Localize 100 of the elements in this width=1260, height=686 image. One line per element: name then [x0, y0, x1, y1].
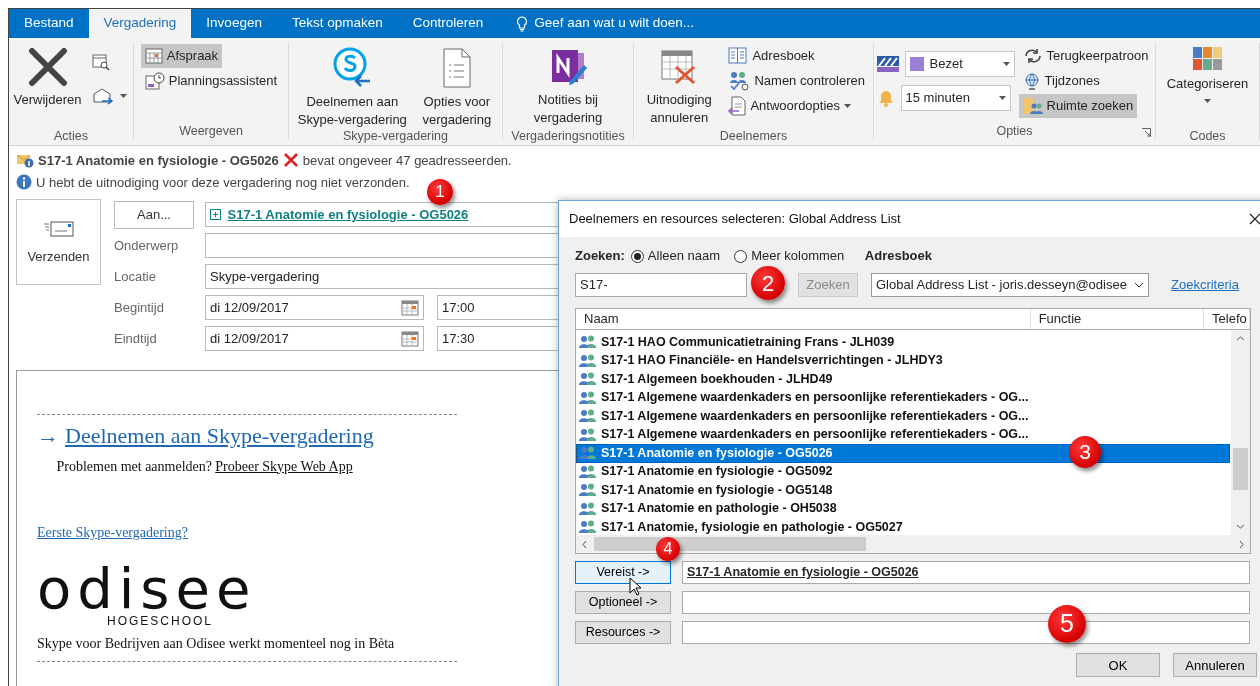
list-row[interactable]: S17-1 HAO Communicatietraining Frans - JLH039 — [576, 333, 895, 352]
group-label: Vergaderingsnotities — [511, 128, 625, 145]
expand-icon — [210, 209, 221, 221]
send-button[interactable]: Verzenden — [16, 199, 101, 286]
web-app-link[interactable]: Probeer Skype Web App — [215, 455, 353, 477]
cancel-button[interactable]: Annuleren — [1173, 653, 1257, 678]
envelope-info-icon — [16, 152, 34, 169]
caret-icon — [120, 94, 128, 98]
recipient-field[interactable]: S17-1 Anatomie en fysiologie - OG5026 — [682, 560, 1250, 584]
group-label: Deelnemers — [719, 128, 788, 145]
room-people-icon — [1022, 97, 1043, 115]
ribbon-button[interactable]: Deelnemen aan Skype-vergadering — [293, 43, 412, 127]
chevron-down-icon — [1134, 282, 1144, 288]
dropdown-field[interactable]: Bezet — [904, 50, 1015, 77]
list-row[interactable]: S17-1 Algemene waardenkaders en persoonlijke referentiekaders - OG... — [576, 407, 1029, 426]
notice-text: U hebt de uitnodiging voor deze vergadering nog niet verzonden. — [36, 173, 410, 192]
ribbon-button[interactable]: Notities bij vergadering — [507, 43, 629, 127]
column-header[interactable]: Telefo — [1204, 309, 1250, 329]
scrollbar-thumb[interactable] — [1233, 448, 1248, 490]
field-label: Locatie — [114, 268, 157, 286]
caret-icon — [1002, 61, 1010, 66]
ribbon-tab[interactable]: Bestand — [9, 9, 89, 38]
recurrence-icon — [1022, 47, 1043, 65]
list-row[interactable]: S17-1 Anatomie en pathologie - OH5038 — [576, 499, 837, 518]
calendar-icon — [401, 299, 419, 316]
ribbon-button[interactable]: Categoriseren — [1163, 43, 1252, 127]
people-check-icon — [728, 71, 751, 91]
date-field[interactable]: di 12/09/2017 — [205, 326, 424, 352]
add-recipient-button[interactable]: Optioneel -> — [575, 590, 671, 614]
ribbon-tab[interactable]: Tekst opmaken — [276, 9, 398, 38]
group-icon — [579, 446, 597, 461]
field-label: Eindtijd — [114, 330, 158, 348]
recipient-link[interactable]: S17-1 Anatomie en fysiologie - OG5026 — [227, 205, 469, 225]
list-row[interactable]: S17-1 Anatomie en fysiologie - OG5026 — [576, 444, 833, 463]
list-row[interactable]: S17-1 HAO Financiële- en Handelsverrichtingen - JLHDY3 — [576, 351, 943, 370]
radio-option[interactable]: Meer kolommen — [734, 246, 845, 266]
ribbon-button[interactable]: Planningsassistent — [140, 69, 282, 93]
group-label: Codes — [1189, 128, 1226, 145]
ribbon-button[interactable]: Afspraak — [140, 44, 223, 68]
addressbook-dropdown[interactable]: Global Address List - joris.desseyn@odisee — [871, 273, 1149, 297]
group-icon — [579, 335, 597, 350]
ribbon-button[interactable]: Verwijderen — [10, 43, 85, 127]
ribbon-button[interactable]: Uitnodiging annuleren — [638, 43, 721, 127]
skype-join-icon — [332, 47, 373, 89]
ribbon-tab[interactable]: Controleren — [397, 9, 499, 38]
ok-button[interactable]: OK — [1076, 653, 1160, 678]
ribbon-button[interactable]: Ruimte zoeken — [1018, 94, 1138, 118]
warning-text: bevat ongeveer 47 geadresseerden. — [302, 151, 512, 170]
arrow-glyph: → — [37, 422, 59, 451]
ribbon-button[interactable]: Adresboek — [724, 44, 819, 68]
date-field[interactable]: di 12/09/2017 — [205, 295, 424, 321]
group-icon — [579, 353, 597, 368]
join-link[interactable]: Deelnemen aan Skype-vergadering — [65, 419, 374, 453]
tell-me-search[interactable]: Geef aan wat u wilt doen... — [498, 9, 695, 38]
first-meeting-link[interactable]: Eerste Skype-vergadering? — [37, 525, 188, 540]
list-row[interactable]: S17-1 Anatomie en fysiologie - OG5148 — [576, 481, 833, 500]
recipient-field[interactable] — [682, 590, 1250, 614]
horizontal-scrollbar[interactable] — [576, 535, 1250, 553]
ribbon-button[interactable]: Tijdzones — [1018, 69, 1104, 93]
address-book-icon — [728, 47, 749, 65]
caret-icon — [844, 104, 852, 108]
group-label: Opties — [996, 123, 1033, 140]
ribbon-button[interactable]: Opties voor vergadering — [415, 43, 498, 127]
radio-option[interactable]: Alleen naam — [630, 246, 721, 266]
dialog-launcher-icon[interactable] — [1142, 128, 1151, 137]
ribbon-button[interactable]: Terugkeerpatroon — [1018, 44, 1153, 68]
send-envelope-icon — [42, 218, 75, 239]
list-row[interactable]: S17-1 Algemeen boekhouden - JLHD49 — [576, 370, 833, 389]
list-row[interactable]: S17-1 Anatomie en fysiologie - OG5092 — [576, 462, 833, 481]
logo-subtitle: HOGESCHOOL — [107, 612, 213, 630]
ribbon-button[interactable]: Antwoordopties — [724, 94, 856, 118]
search-field[interactable]: S17- — [575, 273, 747, 297]
add-recipient-button[interactable]: Vereist -> — [575, 560, 671, 584]
search-label: Zoeken: — [575, 247, 625, 266]
group-icon — [579, 409, 597, 424]
logo-wordmark: odisee — [37, 567, 257, 612]
group-icon — [579, 427, 597, 442]
list-row[interactable]: S17-1 Algemene waardenkaders en persoonlijke referentiekaders - OG... — [576, 388, 1029, 407]
list-row[interactable]: S17-1 Algemene waardenkaders en persoonlijke referentiekaders - OG... — [576, 425, 1029, 444]
ribbon-tab[interactable]: Invoegen — [191, 9, 277, 38]
column-header[interactable]: Naam — [576, 309, 1031, 329]
error-cross-icon — [282, 152, 299, 169]
ribbon-tab[interactable]: Vergadering — [88, 9, 192, 38]
help-text: Problemen met aanmelden? — [56, 457, 212, 476]
field-label: Onderwerp — [114, 237, 180, 255]
add-recipient-button[interactable]: Resources -> — [575, 620, 671, 644]
dropdown-field[interactable]: 15 minuten — [900, 84, 1011, 111]
envelope-forward-icon — [92, 87, 115, 105]
group-icon — [579, 520, 597, 535]
reply-document-icon — [728, 96, 747, 116]
vertical-scrollbar[interactable] — [1231, 330, 1250, 535]
ribbon-button[interactable]: Namen controleren — [724, 69, 869, 93]
lightbulb-icon — [516, 15, 529, 32]
calendar-icon — [144, 48, 163, 64]
criteria-link[interactable]: Zoekcriteria — [1171, 275, 1239, 295]
column-header[interactable]: Functie — [1030, 309, 1205, 329]
to-button[interactable]: Aan... — [114, 200, 194, 229]
group-icon — [579, 464, 597, 479]
list-row[interactable]: S17-1 Anatomie, fysiologie en pathologie - OG5027 — [576, 518, 903, 537]
close-icon[interactable] — [1249, 213, 1260, 225]
